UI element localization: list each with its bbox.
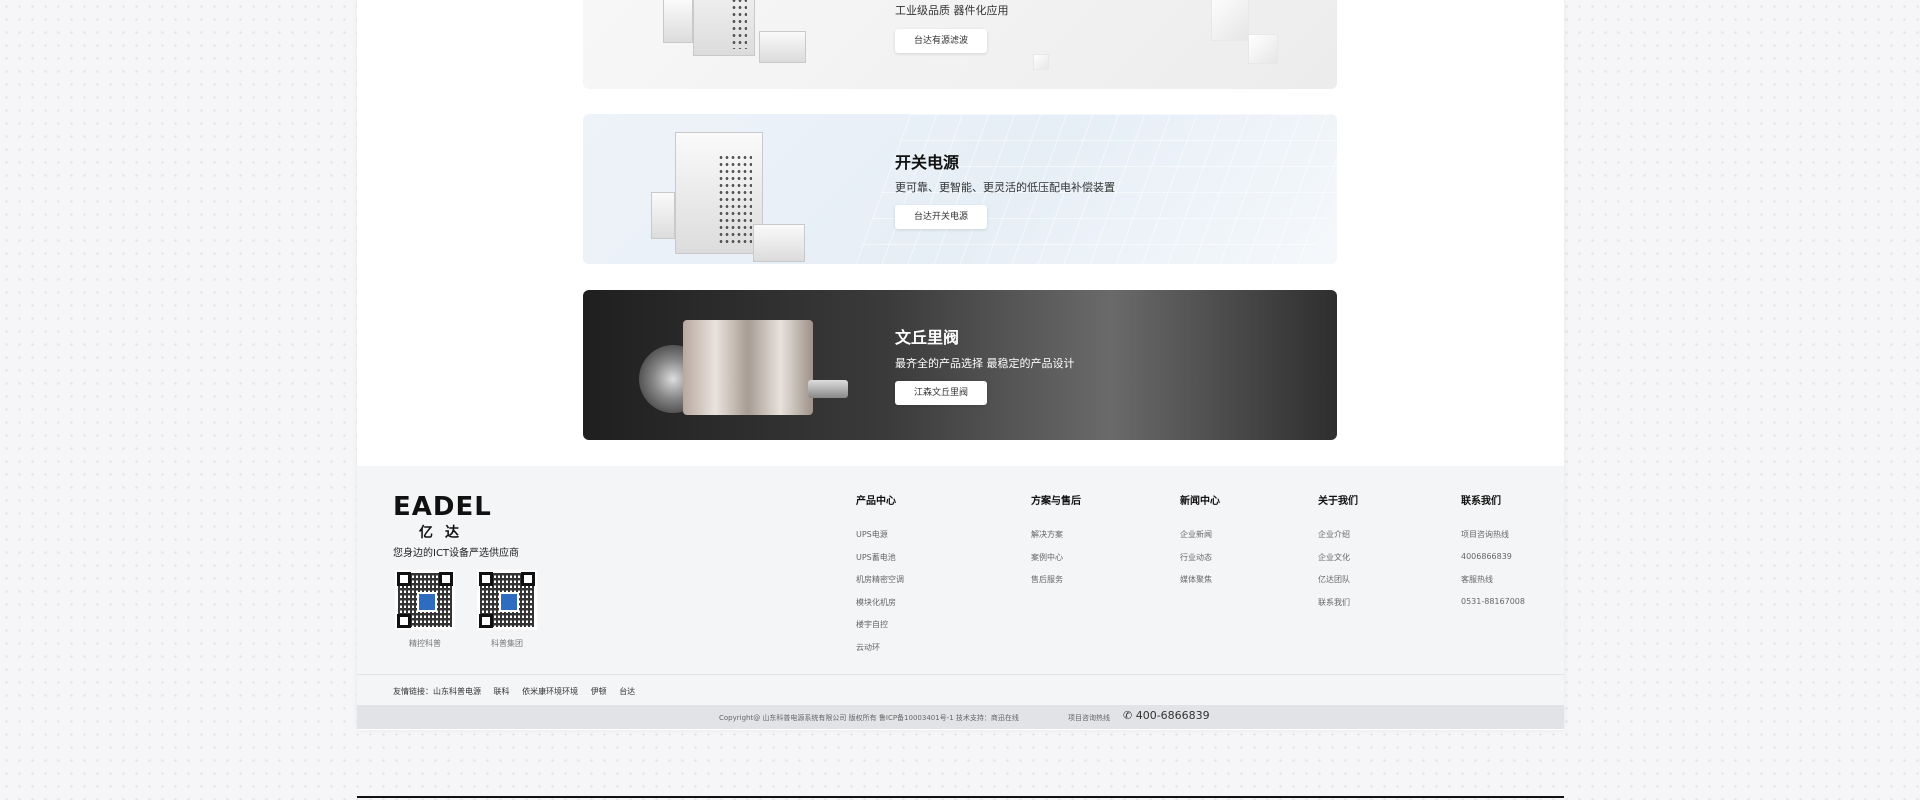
qr-caption: 精控科普 bbox=[409, 639, 441, 648]
product-image bbox=[651, 192, 675, 239]
contact-phone: 4006866839 bbox=[1461, 551, 1512, 561]
footer-link[interactable]: 联系我们 bbox=[1318, 597, 1358, 620]
footer-link[interactable]: 解决方案 bbox=[1031, 529, 1081, 552]
banner-title: 开关电源 bbox=[895, 153, 960, 172]
hotline-number: 400-6866839 bbox=[1135, 709, 1210, 722]
banner-venturi-valve[interactable]: 文丘里阀 最齐全的产品选择 最稳定的产品设计 江森文丘里阀 bbox=[583, 290, 1337, 440]
banner-subtitle: 最齐全的产品选择 最稳定的产品设计 bbox=[895, 357, 1075, 370]
footer-col-heading: 方案与售后 bbox=[1031, 496, 1081, 507]
footer-col-about: 关于我们 企业介绍 企业文化 亿达团队 联系我们 bbox=[1318, 492, 1358, 619]
footer-col-heading: 产品中心 bbox=[856, 496, 896, 507]
product-image bbox=[663, 0, 693, 43]
company-logo[interactable]: EADEL bbox=[393, 492, 492, 522]
footer-link[interactable]: 模块化机房 bbox=[856, 597, 904, 620]
footer-divider bbox=[357, 674, 1564, 675]
slogan: 您身边的ICT设备严选供应商 bbox=[393, 548, 520, 559]
footer: EADEL 亿达 您身边的ICT设备严选供应商 精控科普 科普集团 产品中心 U… bbox=[357, 466, 1564, 729]
phone-icon: ✆ bbox=[1123, 709, 1136, 722]
friend-links: 友情链接：山东科普电源 联科 依米康环境环境 伊顿 台达 bbox=[393, 686, 645, 697]
footer-col-news: 新闻中心 企业新闻 行业动态 媒体聚焦 bbox=[1180, 492, 1220, 597]
friend-link[interactable]: 伊顿 bbox=[591, 687, 607, 696]
contact-label: 项目咨询热线 bbox=[1461, 530, 1509, 539]
banner-button[interactable]: 台达有源滤波 bbox=[895, 29, 987, 53]
banner-title: 文丘里阀 bbox=[895, 328, 960, 347]
friend-link[interactable]: 台达 bbox=[619, 687, 635, 696]
footer-link[interactable]: 机房精密空调 bbox=[856, 574, 904, 597]
decor-cube bbox=[1211, 0, 1249, 41]
footer-col-products: 产品中心 UPS电源 UPS蓄电池 机房精密空调 模块化机房 楼宇自控 云动环 bbox=[856, 492, 904, 664]
qr-caption: 科普集团 bbox=[491, 639, 523, 648]
footer-link[interactable]: UPS蓄电池 bbox=[856, 552, 904, 575]
friend-link[interactable]: 依米康环境环境 bbox=[522, 687, 578, 696]
banner-active-filter[interactable]: 工业级品质 器件化应用 台达有源滤波 bbox=[583, 0, 1337, 89]
footer-link[interactable]: 案例中心 bbox=[1031, 552, 1081, 575]
footer-link[interactable]: 媒体聚焦 bbox=[1180, 574, 1220, 597]
friend-link[interactable]: 联科 bbox=[494, 687, 510, 696]
footer-link[interactable]: UPS电源 bbox=[856, 529, 904, 552]
friend-link[interactable]: 山东科普电源 bbox=[433, 687, 481, 696]
copyright-text: Copyright@ 山东科普电源系统有限公司 版权所有 鲁ICP备100034… bbox=[719, 714, 1019, 722]
footer-link[interactable]: 售后服务 bbox=[1031, 574, 1081, 597]
footer-link[interactable]: 企业文化 bbox=[1318, 552, 1358, 575]
footer-col-heading: 关于我们 bbox=[1318, 496, 1358, 507]
contact-label: 客服热线 bbox=[1461, 575, 1493, 584]
hotline: ✆ 400-6866839 bbox=[1123, 709, 1210, 722]
footer-link[interactable]: 亿达团队 bbox=[1318, 574, 1358, 597]
banner-button[interactable]: 台达开关电源 bbox=[895, 205, 987, 229]
footer-link[interactable]: 行业动态 bbox=[1180, 552, 1220, 575]
friend-links-label: 友情链接： bbox=[393, 687, 433, 696]
banner-subtitle: 更可靠、更智能、更灵活的低压配电补偿装置 bbox=[895, 181, 1115, 194]
footer-link[interactable]: 楼宇自控 bbox=[856, 619, 904, 642]
footer-col-heading: 新闻中心 bbox=[1180, 496, 1220, 507]
company-logo-cn: 亿达 bbox=[419, 525, 471, 541]
footer-link[interactable]: 企业新闻 bbox=[1180, 529, 1220, 552]
copyright-bar: Copyright@ 山东科普电源系统有限公司 版权所有 鲁ICP备100034… bbox=[357, 705, 1564, 729]
qr-code-icon bbox=[477, 570, 537, 630]
qr-code-icon bbox=[395, 570, 455, 630]
footer-col-contact: 联系我们 项目咨询热线 4006866839 客服热线 0531-8816700… bbox=[1461, 492, 1525, 619]
footer-link[interactable]: 云动环 bbox=[856, 642, 904, 665]
footer-col-heading: 联系我们 bbox=[1461, 496, 1501, 507]
banner-subtitle: 工业级品质 器件化应用 bbox=[895, 4, 1009, 17]
banner-switching-power[interactable]: 开关电源 更可靠、更智能、更灵活的低压配电补偿装置 台达开关电源 bbox=[583, 114, 1337, 264]
banner-button[interactable]: 江森文丘里阀 bbox=[895, 381, 987, 405]
footer-col-solutions: 方案与售后 解决方案 案例中心 售后服务 bbox=[1031, 492, 1081, 597]
footer-link[interactable]: 企业介绍 bbox=[1318, 529, 1358, 552]
hotline-label: 项目咨询热线 bbox=[1068, 714, 1110, 722]
contact-phone: 0531-88167008 bbox=[1461, 596, 1525, 606]
bottom-bar bbox=[357, 796, 1564, 798]
